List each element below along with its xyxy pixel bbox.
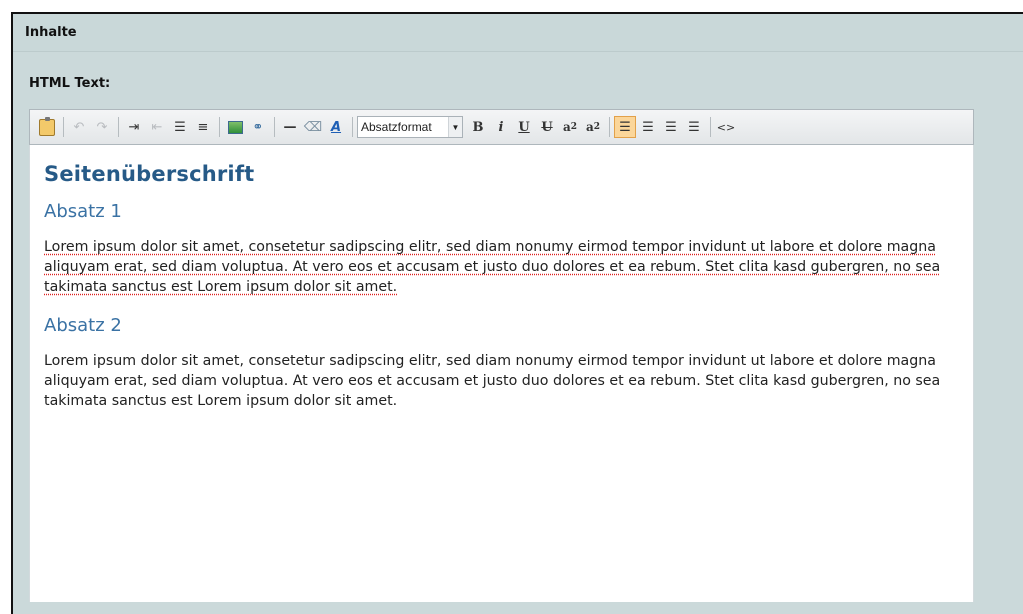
unordered-list-icon[interactable]: ≡: [192, 116, 214, 138]
toolbar-separator: [352, 117, 353, 137]
page-heading: Seitenüberschrift: [44, 162, 255, 186]
justify-icon[interactable]: ☰: [683, 116, 705, 138]
section2-paragraph: Lorem ipsum dolor sit amet, consetetur s…: [44, 353, 941, 409]
toolbar-separator: [609, 117, 610, 137]
italic-button[interactable]: i: [490, 116, 512, 138]
link-icon[interactable]: ⚭: [247, 116, 269, 138]
superscript-exp: 2: [570, 122, 578, 132]
subscript-exp: 2: [593, 122, 601, 132]
toolbar-separator: [63, 117, 64, 137]
toolbar-separator: [710, 117, 711, 137]
undo-icon[interactable]: ↶: [68, 116, 90, 138]
bold-button[interactable]: B: [467, 116, 489, 138]
indent-icon[interactable]: ⇥: [123, 116, 145, 138]
html-text-label: HTML Text:: [29, 76, 111, 91]
section1-paragraph: Lorem ipsum dolor sit amet, consetetur s…: [44, 239, 941, 295]
toolbar-separator: [118, 117, 119, 137]
editor-toolbar: ↶ ↷ ⇥ ⇤ ☰ ≡ ⚭ — ⌫ A Absatzformat ▼ B i U…: [29, 109, 974, 145]
panel-title: Inhalte: [13, 14, 1023, 52]
source-code-icon[interactable]: <>: [715, 116, 737, 138]
underline-button[interactable]: U: [513, 116, 535, 138]
horizontal-rule-icon[interactable]: —: [279, 116, 301, 138]
toolbar-separator: [274, 117, 275, 137]
font-color-icon[interactable]: A: [325, 116, 347, 138]
superscript-button[interactable]: a2: [559, 116, 581, 138]
toolbar-separator: [219, 117, 220, 137]
redo-icon[interactable]: ↷: [91, 116, 113, 138]
rich-text-editor[interactable]: Seitenüberschrift Absatz 1 Lorem ipsum d…: [29, 145, 974, 602]
paste-icon[interactable]: [36, 116, 58, 138]
section1-title: Absatz 1: [44, 201, 122, 222]
ordered-list-icon[interactable]: ☰: [169, 116, 191, 138]
section2-title: Absatz 2: [44, 315, 122, 336]
outdent-icon[interactable]: ⇤: [146, 116, 168, 138]
insert-image-icon[interactable]: [224, 116, 246, 138]
subscript-base: a: [585, 120, 594, 134]
chevron-down-icon: ▼: [448, 117, 462, 137]
format-select-value: Absatzformat: [361, 120, 432, 134]
eraser-icon[interactable]: ⌫: [302, 116, 324, 138]
format-select[interactable]: Absatzformat ▼: [357, 116, 463, 138]
superscript-base: a: [562, 120, 571, 134]
strikethrough-button[interactable]: U: [536, 116, 558, 138]
align-right-icon[interactable]: ☰: [660, 116, 682, 138]
subscript-button[interactable]: a2: [582, 116, 604, 138]
align-left-icon[interactable]: ☰: [614, 116, 636, 138]
align-center-icon[interactable]: ☰: [637, 116, 659, 138]
